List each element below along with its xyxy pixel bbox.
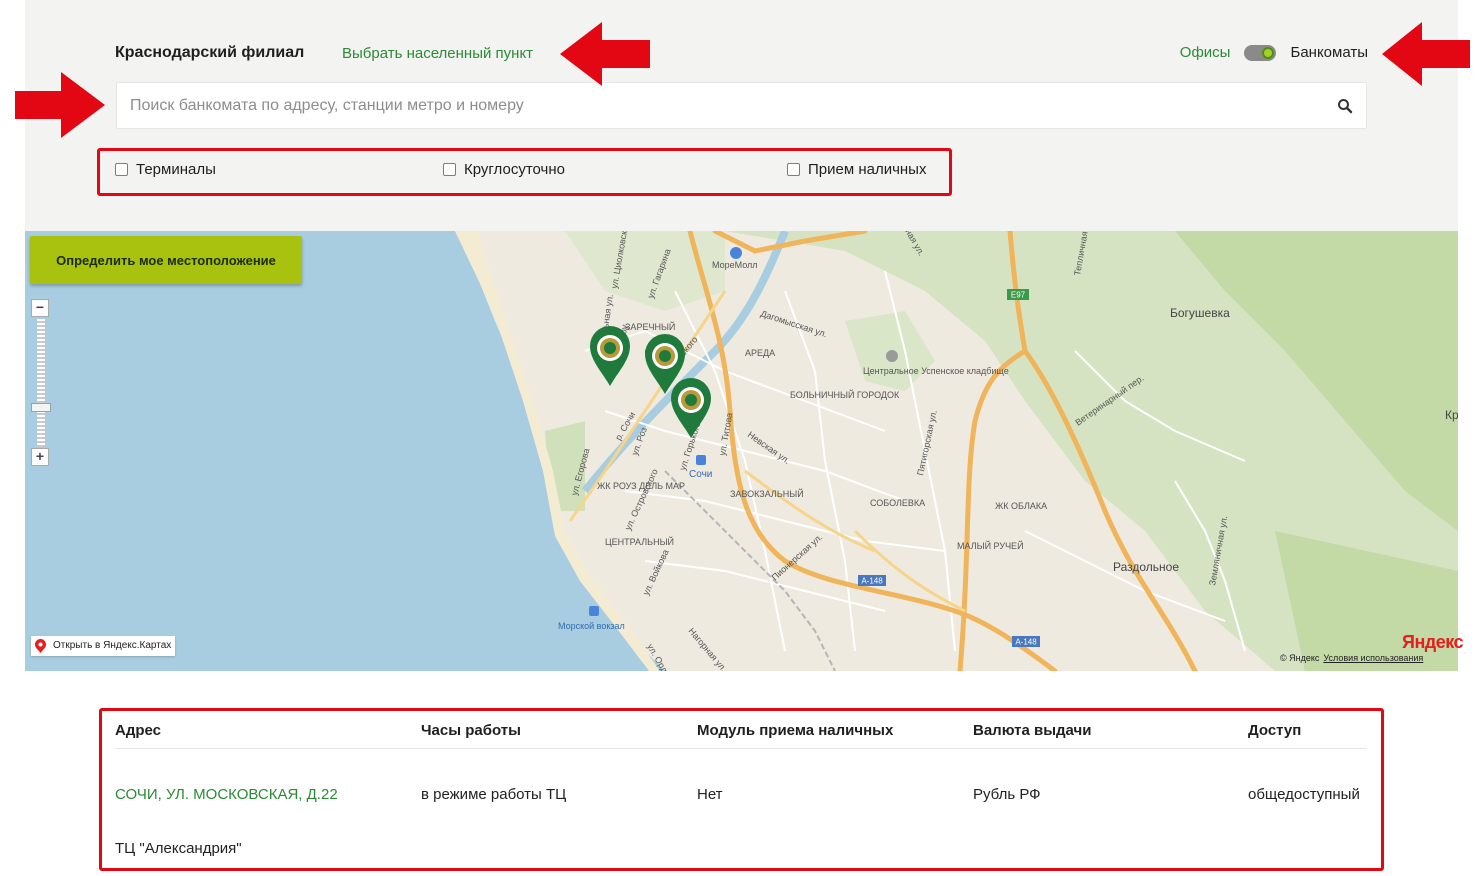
filter-24h-checkbox[interactable] <box>443 163 456 176</box>
label-areda: АРЕДА <box>745 348 775 358</box>
filter-terminals[interactable]: Терминалы <box>115 161 216 178</box>
label-sea-station: Морской вокзал <box>558 621 625 631</box>
terms-of-use-link[interactable]: Условия использования <box>1323 653 1423 663</box>
label-hospital-town: БОЛЬНИЧНЫЙ ГОРОДОК <box>790 389 900 400</box>
column-header-cash-module: Модуль приема наличных <box>697 722 894 739</box>
label-sobolevka: СОБОЛЕВКА <box>870 498 925 508</box>
row-cash-module: Нет <box>697 786 723 803</box>
offices-atm-switch[interactable] <box>1244 44 1277 61</box>
zoom-out-button[interactable]: − <box>31 299 49 317</box>
road-shield-a148: А-148 <box>858 575 886 586</box>
search-box <box>116 82 1367 129</box>
offices-atm-toggle: Офисы Банкоматы <box>1180 44 1368 61</box>
filter-cash-in-label: Прием наличных <box>808 161 927 178</box>
road-shield-a148-2: А-148 <box>1012 636 1040 647</box>
svg-text:А-148: А-148 <box>861 577 883 586</box>
label-zarechny: ЗАРЕЧНЫЙ <box>625 321 675 332</box>
row-access: общедоступный <box>1248 786 1360 803</box>
zoom-control: − + <box>31 299 51 469</box>
map-canvas[interactable]: E97 А-148 А-148 МореМолл ЗАРЕЧНЫЙ АРЕДА … <box>25 231 1458 671</box>
open-in-yandex-maps-label: Открыть в Яндекс.Картах <box>53 640 172 651</box>
row-currency: Рубль РФ <box>973 786 1041 803</box>
address-link[interactable]: СОЧИ, УЛ. МОСКОВСКАЯ, Д.22 <box>115 786 338 803</box>
zoom-slider-track[interactable] <box>37 319 45 447</box>
switch-knob <box>1262 46 1275 59</box>
table-header-divider <box>115 748 1367 749</box>
label-kr: Кр <box>1445 408 1458 422</box>
road-shield-e97: E97 <box>1007 289 1029 300</box>
map-copyright: © Яндекс Условия использования <box>1280 653 1423 663</box>
column-header-hours: Часы работы <box>421 722 521 739</box>
svg-text:А-148: А-148 <box>1015 638 1037 647</box>
zoom-in-button[interactable]: + <box>31 448 49 466</box>
choose-city-link[interactable]: Выбрать населенный пункт <box>342 45 533 62</box>
branch-title: Краснодарский филиал <box>115 44 305 61</box>
label-maly-ruchei: МАЛЫЙ РУЧЕЙ <box>957 540 1024 551</box>
label-sochi-station: Сочи <box>689 469 712 480</box>
sea-station-icon <box>589 606 599 616</box>
train-station-icon <box>696 455 706 465</box>
row-hours: в режиме работы ТЦ <box>421 786 567 803</box>
yandex-logo: Яндекс <box>1402 632 1464 652</box>
offices-label[interactable]: Офисы <box>1180 44 1231 61</box>
filter-24h[interactable]: Круглосуточно <box>443 161 565 178</box>
annotation-arrow-right-search <box>15 72 105 138</box>
copyright-text: © Яндекс <box>1280 653 1320 663</box>
zoom-slider-handle[interactable] <box>31 403 51 412</box>
column-header-address: Адрес <box>115 722 162 739</box>
label-cemetery: Центральное Успенское кладбище <box>863 366 1009 376</box>
label-zhk-oblaka: ЖК ОБЛАКА <box>995 501 1047 511</box>
annotation-arrow-left-city <box>560 22 650 86</box>
map-pin-icon <box>35 639 46 653</box>
label-moremall: МореМолл <box>712 260 758 270</box>
locate-me-button[interactable]: Определить мое местоположение <box>30 236 302 284</box>
cemetery-icon <box>886 350 898 362</box>
search-icon[interactable] <box>1336 97 1354 115</box>
filter-terminals-checkbox[interactable] <box>115 163 128 176</box>
label-central: ЦЕНТРАЛЬНЫЙ <box>605 536 674 547</box>
filter-terminals-label: Терминалы <box>136 161 216 178</box>
label-razdolnoe: Раздольное <box>1113 560 1179 574</box>
annotation-arrow-left-toggle <box>1382 22 1470 86</box>
filter-24h-label: Круглосуточно <box>464 161 565 178</box>
atm-label[interactable]: Банкоматы <box>1290 44 1368 61</box>
label-vokzalny: ЗАВОКЗАЛЬНЫЙ <box>730 488 804 499</box>
column-header-access: Доступ <box>1248 722 1302 739</box>
open-in-yandex-maps-link[interactable]: Открыть в Яндекс.Картах <box>31 636 176 656</box>
mall-icon <box>730 247 742 259</box>
svg-text:E97: E97 <box>1011 291 1026 300</box>
row-address-link[interactable]: СОЧИ, УЛ. МОСКОВСКАЯ, Д.22 <box>115 786 338 803</box>
row-mall-note: ТЦ "Александрия" <box>115 840 242 857</box>
search-input[interactable] <box>117 83 1330 128</box>
filter-cash-in-checkbox[interactable] <box>787 163 800 176</box>
column-header-currency: Валюта выдачи <box>973 722 1092 739</box>
filter-cash-in[interactable]: Прием наличных <box>787 161 926 178</box>
label-bogushevka: Богушевка <box>1170 306 1230 320</box>
map[interactable]: E97 А-148 А-148 МореМолл ЗАРЕЧНЫЙ АРЕДА … <box>25 231 1458 671</box>
